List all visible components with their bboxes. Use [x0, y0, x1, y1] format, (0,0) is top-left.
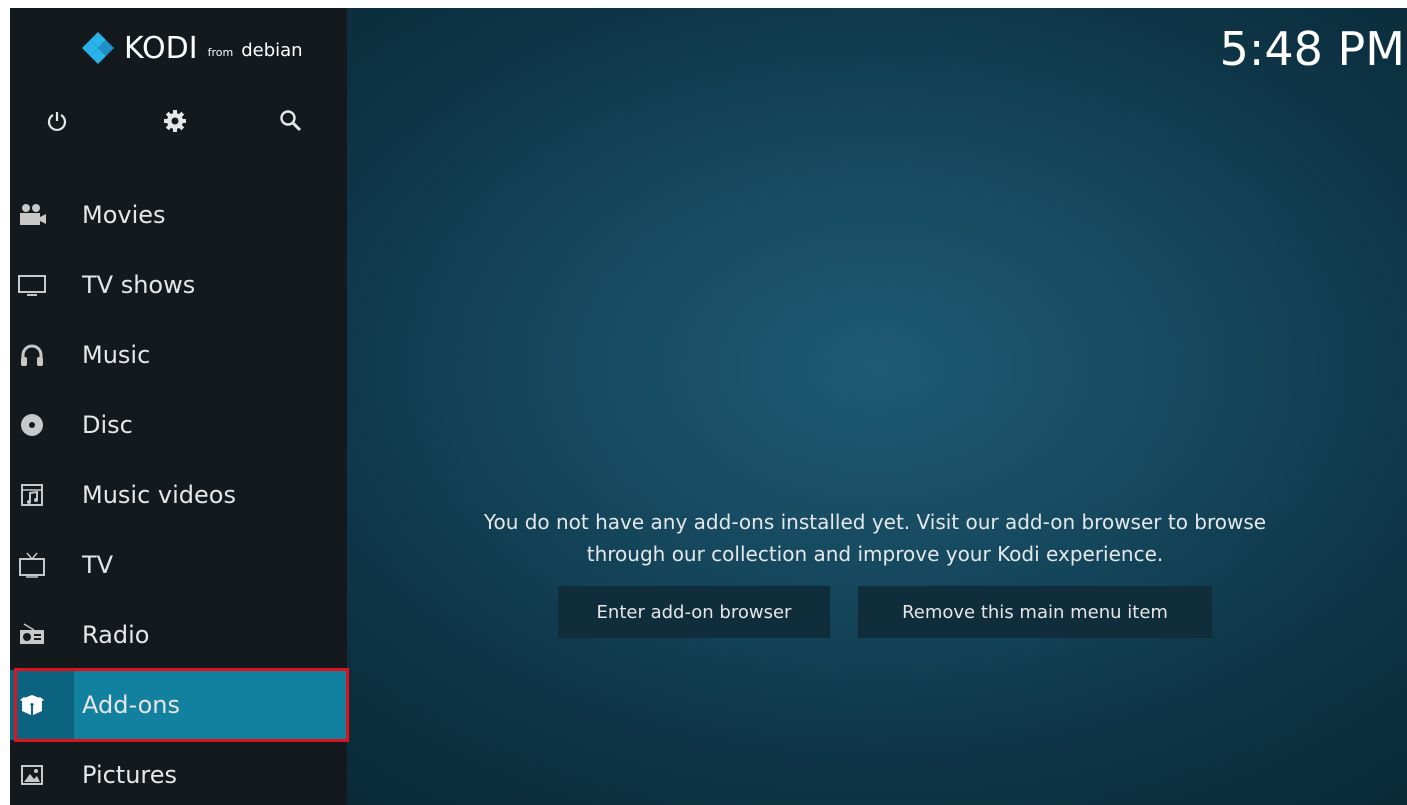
menu-item-movies[interactable]: Movies	[10, 180, 347, 250]
empty-addons-message: You do not have any add-ons installed ye…	[410, 506, 1340, 570]
menu-label-disc: Disc	[82, 411, 133, 439]
menu-item-radio[interactable]: Radio	[10, 600, 347, 670]
menu-label-tv: TV	[82, 551, 114, 579]
menu-item-tv-shows[interactable]: TV shows	[10, 250, 347, 320]
tv-icon	[16, 549, 48, 581]
menu-label-tv-shows: TV shows	[82, 271, 196, 299]
logo-distro: debian	[241, 39, 303, 61]
top-icon-bar	[10, 104, 347, 144]
menu-label-music: Music	[82, 341, 151, 369]
clock: 5:48 PM	[1219, 22, 1405, 76]
message-line-2: through our collection and improve your …	[586, 542, 1164, 566]
music-icon	[16, 339, 48, 371]
kodi-wordmark: KODI	[124, 30, 198, 66]
menu-item-music[interactable]: Music	[10, 320, 347, 390]
menu-item-music-videos[interactable]: Music videos	[10, 460, 347, 530]
menu-label-radio: Radio	[82, 621, 150, 649]
main-menu: Movies TV shows Music Disc Music videos …	[10, 180, 347, 805]
radio-icon	[16, 619, 48, 651]
addons-icon	[16, 689, 48, 721]
menu-item-addons[interactable]: Add-ons	[10, 670, 347, 740]
power-icon[interactable]	[40, 104, 74, 138]
remove-menu-item-button[interactable]: Remove this main menu item	[858, 586, 1212, 638]
music-videos-icon	[16, 479, 48, 511]
menu-item-disc[interactable]: Disc	[10, 390, 347, 460]
menu-label-movies: Movies	[82, 201, 166, 229]
tv-shows-icon	[16, 269, 48, 301]
kodi-logo: KODI from debian	[80, 28, 303, 68]
search-icon[interactable]	[274, 104, 308, 138]
menu-label-music-videos: Music videos	[82, 481, 236, 509]
pictures-icon	[16, 759, 48, 791]
menu-label-pictures: Pictures	[82, 761, 178, 789]
menu-item-pictures[interactable]: Pictures	[10, 740, 347, 805]
enter-addon-browser-button[interactable]: Enter add-on browser	[558, 586, 830, 638]
kodi-logo-icon	[82, 32, 114, 64]
sidebar: KODI from debian Movies TV shows Music D…	[10, 8, 347, 805]
movies-icon	[16, 199, 48, 231]
kodi-screen: KODI from debian Movies TV shows Music D…	[10, 8, 1407, 805]
menu-label-addons: Add-ons	[82, 691, 180, 719]
settings-icon[interactable]	[158, 104, 192, 138]
disc-icon	[16, 409, 48, 441]
message-line-1: You do not have any add-ons installed ye…	[483, 510, 1267, 534]
menu-item-tv[interactable]: TV	[10, 530, 347, 600]
logo-from: from	[207, 45, 234, 59]
